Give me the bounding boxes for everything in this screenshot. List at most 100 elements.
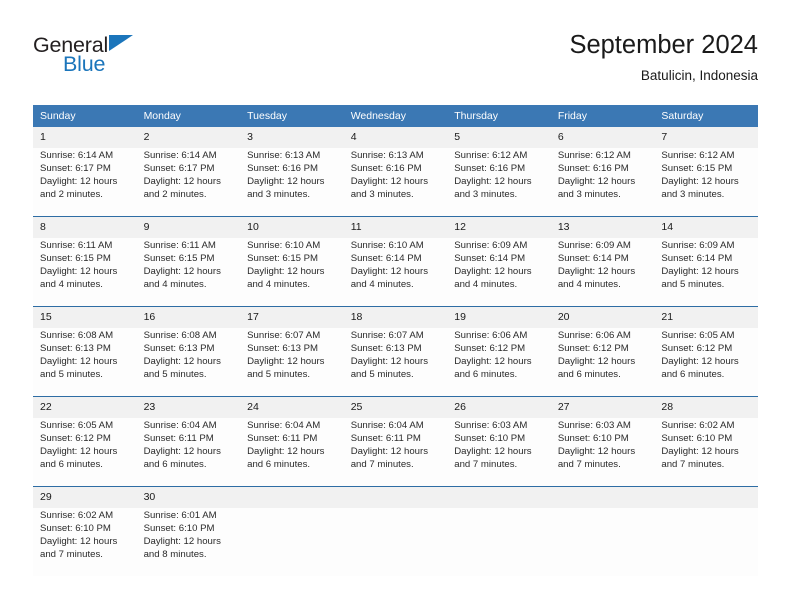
day-number[interactable]: 20 — [550, 307, 655, 328]
day-cell[interactable]: Sunrise: 6:04 AM Sunset: 6:11 PM Dayligh… — [136, 418, 241, 486]
week-row-daynumbers: 8 9 10 11 12 13 14 — [33, 217, 758, 238]
day-cell[interactable]: Sunrise: 6:13 AM Sunset: 6:16 PM Dayligh… — [240, 148, 344, 216]
daylight-text-line1: Daylight: 12 hours — [661, 265, 739, 277]
title-block: September 2024 Batulicin, Indonesia — [569, 30, 758, 85]
daylight-text-line2: and 7 minutes. — [454, 458, 518, 470]
sunrise-text: Sunrise: 6:06 AM — [454, 330, 528, 341]
day-cell[interactable]: Sunrise: 6:09 AM Sunset: 6:14 PM Dayligh… — [550, 238, 655, 306]
sunrise-text: Sunrise: 6:14 AM — [143, 150, 217, 161]
day-cell[interactable]: Sunrise: 6:10 AM Sunset: 6:15 PM Dayligh… — [240, 238, 344, 306]
sunset-text: Sunset: 6:13 PM — [143, 342, 215, 354]
day-cell[interactable]: Sunrise: 6:01 AM Sunset: 6:10 PM Dayligh… — [136, 508, 241, 576]
day-number[interactable]: 3 — [240, 127, 344, 148]
daylight-text-line2: and 5 minutes. — [40, 368, 103, 380]
day-cell[interactable]: Sunrise: 6:08 AM Sunset: 6:13 PM Dayligh… — [136, 328, 241, 396]
day-number[interactable]: 23 — [136, 397, 241, 418]
day-cell[interactable]: Sunrise: 6:12 AM Sunset: 6:15 PM Dayligh… — [654, 148, 758, 216]
day-number[interactable]: 17 — [240, 307, 344, 328]
day-cell[interactable]: Sunrise: 6:05 AM Sunset: 6:12 PM Dayligh… — [33, 418, 137, 486]
sunset-text: Sunset: 6:16 PM — [454, 162, 526, 174]
day-number[interactable]: 2 — [136, 127, 241, 148]
general-blue-logo[interactable]: General Blue — [33, 34, 193, 86]
daylight-text-line1: Daylight: 12 hours — [350, 445, 429, 457]
day-number[interactable]: 11 — [343, 217, 448, 238]
day-cell[interactable]: Sunrise: 6:08 AM Sunset: 6:13 PM Dayligh… — [33, 328, 137, 396]
day-cell[interactable]: Sunrise: 6:09 AM Sunset: 6:14 PM Dayligh… — [447, 238, 551, 306]
sunset-text: Sunset: 6:13 PM — [40, 342, 111, 354]
day-cell[interactable]: Sunrise: 6:13 AM Sunset: 6:16 PM Dayligh… — [343, 148, 448, 216]
sunset-text: Sunset: 6:14 PM — [557, 252, 629, 264]
location-subtitle: Batulicin, Indonesia — [640, 68, 758, 83]
day-number[interactable]: 16 — [136, 307, 241, 328]
day-number[interactable]: 30 — [136, 487, 241, 508]
day-number[interactable]: 8 — [33, 217, 137, 238]
day-number[interactable]: 10 — [240, 217, 344, 238]
day-number[interactable]: 9 — [136, 217, 241, 238]
week-row-details: Sunrise: 6:05 AM Sunset: 6:12 PM Dayligh… — [33, 418, 758, 486]
sunrise-text: Sunrise: 6:12 AM — [557, 150, 631, 161]
logo-triangle-icon — [109, 35, 133, 51]
daylight-text-line1: Daylight: 12 hours — [247, 175, 325, 187]
day-number[interactable]: 22 — [33, 397, 137, 418]
sunrise-text: Sunrise: 6:02 AM — [661, 420, 735, 431]
day-cell[interactable]: Sunrise: 6:02 AM Sunset: 6:10 PM Dayligh… — [654, 418, 758, 486]
day-cell[interactable]: Sunrise: 6:04 AM Sunset: 6:11 PM Dayligh… — [240, 418, 344, 486]
day-cell[interactable]: Sunrise: 6:03 AM Sunset: 6:10 PM Dayligh… — [550, 418, 655, 486]
day-number[interactable]: 4 — [343, 127, 448, 148]
day-cell[interactable]: Sunrise: 6:04 AM Sunset: 6:11 PM Dayligh… — [343, 418, 448, 486]
week-row-daynumbers: 29 30 — [33, 487, 758, 508]
daylight-text-line2: and 7 minutes. — [557, 458, 621, 470]
sunrise-text: Sunrise: 6:05 AM — [40, 420, 114, 431]
day-number[interactable]: 1 — [33, 127, 137, 148]
daylight-text-line1: Daylight: 12 hours — [40, 445, 118, 457]
daylight-text-line2: and 3 minutes. — [247, 188, 311, 200]
day-cell[interactable]: Sunrise: 6:11 AM Sunset: 6:15 PM Dayligh… — [33, 238, 137, 306]
day-cell[interactable]: Sunrise: 6:14 AM Sunset: 6:17 PM Dayligh… — [33, 148, 137, 216]
day-number[interactable]: 26 — [447, 397, 551, 418]
day-number[interactable]: 25 — [343, 397, 448, 418]
day-number[interactable]: 29 — [33, 487, 137, 508]
daylight-text-line1: Daylight: 12 hours — [40, 175, 118, 187]
day-number[interactable]: 28 — [654, 397, 758, 418]
day-cell[interactable]: Sunrise: 6:10 AM Sunset: 6:14 PM Dayligh… — [343, 238, 448, 306]
sunrise-text: Sunrise: 6:13 AM — [350, 150, 424, 161]
sunrise-text: Sunrise: 6:10 AM — [350, 240, 424, 251]
day-number[interactable]: 6 — [550, 127, 655, 148]
day-cell[interactable]: Sunrise: 6:06 AM Sunset: 6:12 PM Dayligh… — [447, 328, 551, 396]
day-number[interactable]: 12 — [447, 217, 551, 238]
day-cell[interactable]: Sunrise: 6:03 AM Sunset: 6:10 PM Dayligh… — [447, 418, 551, 486]
day-number[interactable]: 27 — [550, 397, 655, 418]
day-number[interactable]: 14 — [654, 217, 758, 238]
day-number[interactable]: 7 — [654, 127, 758, 148]
weekday-header-wednesday: Wednesday — [343, 105, 448, 127]
day-cell[interactable]: Sunrise: 6:02 AM Sunset: 6:10 PM Dayligh… — [33, 508, 137, 576]
daylight-text-line1: Daylight: 12 hours — [247, 265, 325, 277]
day-cell[interactable]: Sunrise: 6:07 AM Sunset: 6:13 PM Dayligh… — [343, 328, 448, 396]
day-cell[interactable]: Sunrise: 6:14 AM Sunset: 6:17 PM Dayligh… — [136, 148, 241, 216]
daylight-text-line1: Daylight: 12 hours — [247, 445, 325, 457]
day-cell[interactable]: Sunrise: 6:09 AM Sunset: 6:14 PM Dayligh… — [654, 238, 758, 306]
day-number[interactable]: 19 — [447, 307, 551, 328]
daylight-text-line1: Daylight: 12 hours — [557, 445, 636, 457]
day-number[interactable]: 24 — [240, 397, 344, 418]
day-number[interactable]: 13 — [550, 217, 655, 238]
day-number[interactable]: 5 — [447, 127, 551, 148]
week-row-daynumbers: 1 2 3 4 5 6 7 — [33, 127, 758, 148]
day-cell[interactable]: Sunrise: 6:11 AM Sunset: 6:15 PM Dayligh… — [136, 238, 241, 306]
daylight-text-line1: Daylight: 12 hours — [40, 535, 118, 547]
day-number[interactable]: 21 — [654, 307, 758, 328]
sunrise-text: Sunrise: 6:04 AM — [350, 420, 424, 431]
day-cell[interactable]: Sunrise: 6:05 AM Sunset: 6:12 PM Dayligh… — [654, 328, 758, 396]
daylight-text-line2: and 3 minutes. — [454, 188, 518, 200]
day-number[interactable]: 15 — [33, 307, 137, 328]
day-cell[interactable]: Sunrise: 6:06 AM Sunset: 6:12 PM Dayligh… — [550, 328, 655, 396]
daylight-text-line2: and 4 minutes. — [454, 278, 518, 290]
daylight-text-line2: and 5 minutes. — [247, 368, 311, 380]
day-cell-empty — [240, 508, 344, 576]
sunrise-text: Sunrise: 6:07 AM — [247, 330, 321, 341]
day-number[interactable]: 18 — [343, 307, 448, 328]
sunrise-text: Sunrise: 6:11 AM — [40, 240, 113, 251]
day-cell[interactable]: Sunrise: 6:12 AM Sunset: 6:16 PM Dayligh… — [550, 148, 655, 216]
day-cell[interactable]: Sunrise: 6:07 AM Sunset: 6:13 PM Dayligh… — [240, 328, 344, 396]
day-cell[interactable]: Sunrise: 6:12 AM Sunset: 6:16 PM Dayligh… — [447, 148, 551, 216]
